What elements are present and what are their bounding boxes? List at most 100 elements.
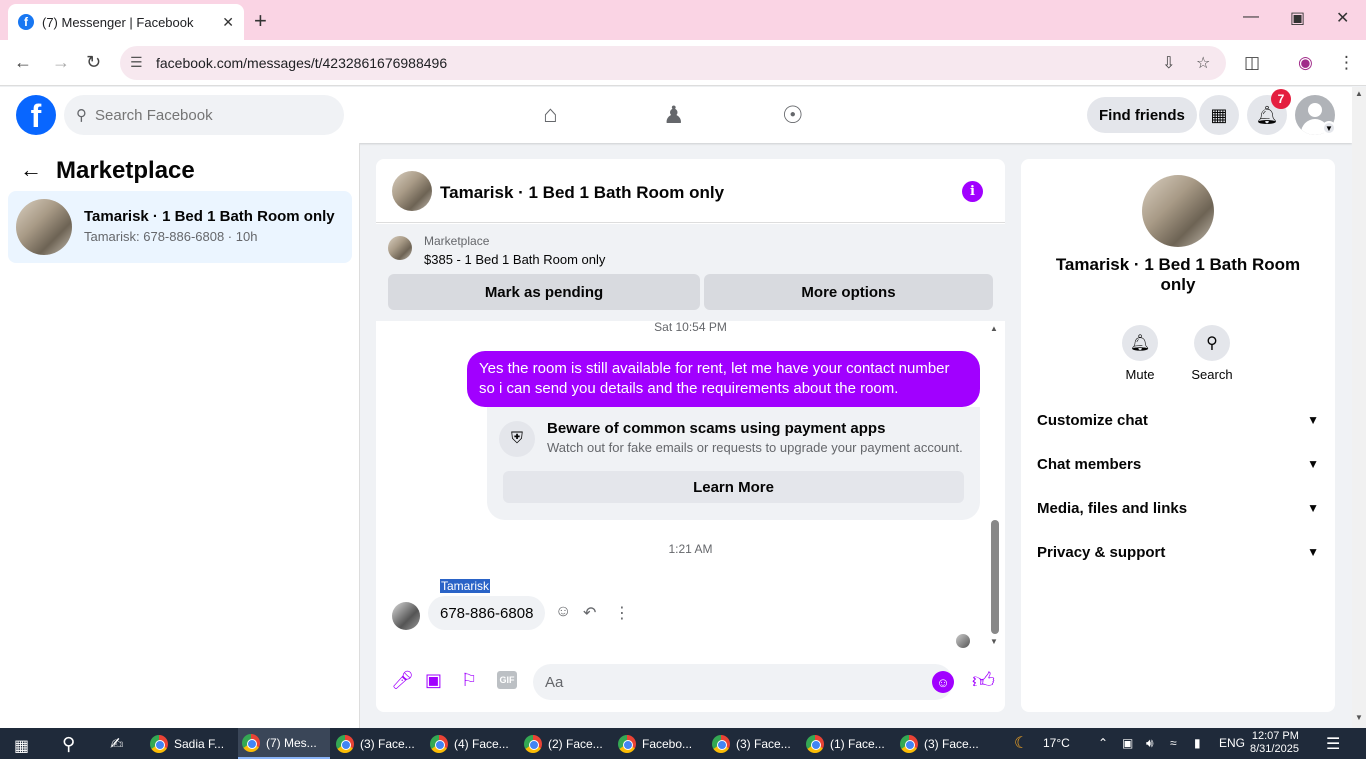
browser-tab[interactable]: f (7) Messenger | Facebook ✕ — [8, 4, 244, 40]
reply-icon[interactable]: ↶ — [583, 603, 596, 623]
chevron-down-icon: ▼ — [1307, 501, 1319, 515]
home-icon[interactable]: ⌂ — [543, 101, 558, 129]
groups-icon[interactable]: ☉ — [782, 101, 804, 130]
language-indicator[interactable]: ENG — [1219, 736, 1245, 750]
outgoing-message[interactable]: Yes the room is still available for rent… — [467, 351, 980, 407]
facebook-search[interactable]: ⚲ — [64, 95, 344, 135]
facebook-logo-icon[interactable]: f — [16, 95, 56, 135]
chat-info-thumbnail[interactable] — [1142, 175, 1214, 247]
taskbar-app[interactable]: Sadia F... — [146, 728, 236, 759]
url-field[interactable]: ☰ facebook.com/messages/t/42328616769884… — [120, 46, 1226, 80]
notifications-badge: 7 — [1271, 89, 1291, 109]
new-tab-button[interactable]: + — [254, 8, 267, 34]
back-icon[interactable]: ← — [14, 52, 32, 73]
more-actions-icon[interactable]: ⋮ — [614, 603, 630, 623]
tray-chevron-up-icon[interactable]: ⌃ — [1098, 736, 1108, 750]
find-friends-button[interactable]: Find friends — [1087, 97, 1197, 133]
chat-thumbnail[interactable] — [392, 171, 432, 211]
facebook-search-input[interactable] — [95, 106, 315, 124]
gif-icon[interactable]: GIF — [497, 671, 517, 689]
facebook-header: f ⚲ ⌂ ♟ ☉ Find friends ▦ 🔔︎ 7 ▼ — [0, 87, 1352, 143]
chat-title[interactable]: Tamarisk · 1 Bed 1 Bath Room only — [440, 183, 724, 203]
more-options-button[interactable]: More options — [704, 274, 993, 310]
info-icon[interactable]: i — [962, 181, 983, 202]
clock-time: 12:07 PM — [1251, 730, 1299, 742]
wifi-icon[interactable]: ≈ — [1170, 736, 1177, 750]
react-icon[interactable]: ☺ — [555, 603, 571, 621]
mute-label: Mute — [1125, 367, 1155, 382]
windows-start-icon[interactable]: ▦ — [14, 736, 29, 756]
battery-icon[interactable]: ▮ — [1194, 736, 1201, 750]
taskbar-app[interactable]: (2) Face... — [520, 728, 612, 759]
section-label: Chat members — [1037, 455, 1142, 473]
reload-icon[interactable]: ↻ — [86, 52, 101, 73]
site-settings-icon[interactable]: ☰ — [130, 54, 143, 71]
thumbs-up-icon[interactable]: 👍︎ — [972, 667, 995, 694]
notification-center-icon[interactable]: ☰ — [1326, 734, 1340, 754]
maximize-icon[interactable]: ▣ — [1290, 8, 1305, 28]
weather-icon[interactable]: ☾ — [1014, 733, 1028, 753]
minimize-icon[interactable]: — — [1243, 8, 1259, 26]
bookmark-star-icon[interactable]: ☆ — [1196, 53, 1210, 73]
sender-avatar[interactable] — [392, 602, 420, 630]
install-app-icon[interactable]: ⇩ — [1162, 53, 1175, 73]
back-arrow-icon[interactable]: ← — [20, 157, 42, 183]
browser-menu-icon[interactable]: ⋮ — [1338, 53, 1355, 73]
close-window-icon[interactable]: ✕ — [1336, 8, 1349, 28]
profile-icon[interactable]: ◉ — [1298, 53, 1313, 73]
chevron-down-icon: ▼ — [1307, 545, 1319, 559]
privacy-support-row[interactable]: Privacy & support ▼ — [1037, 540, 1319, 564]
clock-date: 8/31/2025 — [1250, 743, 1299, 755]
emoji-icon[interactable]: ☺ — [932, 671, 954, 693]
taskbar-search-icon[interactable]: ⚲ — [62, 734, 75, 755]
customize-chat-row[interactable]: Customize chat ▼ — [1037, 408, 1319, 432]
scroll-down-icon[interactable]: ▼ — [990, 637, 998, 646]
listing-price[interactable]: $385 - 1 Bed 1 Bath Room only — [424, 252, 605, 267]
listing-mini-thumbnail — [388, 236, 412, 260]
taskbar-clock[interactable]: 12:07 PM 8/31/2025 — [1250, 730, 1299, 756]
forward-icon[interactable]: → — [52, 52, 70, 73]
scroll-up-icon[interactable]: ▲ — [990, 324, 998, 333]
sticker-icon[interactable]: ⚐ — [461, 670, 477, 691]
close-tab-icon[interactable]: ✕ — [222, 14, 234, 31]
listing-thumbnail — [16, 199, 72, 255]
conversation-item[interactable]: Tamarisk · 1 Bed 1 Bath Room only Tamari… — [8, 191, 352, 263]
meet-icon[interactable]: ▣ — [1122, 736, 1133, 750]
taskbar-app[interactable]: (1) Face... — [802, 728, 894, 759]
taskbar-app[interactable]: Facebo... — [614, 728, 706, 759]
menu-grid-icon[interactable]: ▦ — [1199, 95, 1239, 135]
search-icon: ⚲ — [1194, 325, 1230, 361]
chat-header: Tamarisk · 1 Bed 1 Bath Room only i — [376, 159, 1005, 223]
media-files-links-row[interactable]: Media, files and links ▼ — [1037, 496, 1319, 520]
paint-app-icon[interactable]: ✍ — [110, 734, 123, 754]
search-label: Search — [1191, 367, 1233, 382]
learn-more-button[interactable]: Learn More — [503, 471, 964, 503]
cast-icon[interactable]: ◫ — [1244, 53, 1260, 73]
message-composer: 🎤︎ ▣ ⚐ GIF ☺ 👍︎ — [376, 657, 1005, 707]
taskbar-app[interactable]: (3) Face... — [332, 728, 424, 759]
photo-icon[interactable]: ▣ — [425, 670, 442, 691]
message-input[interactable] — [533, 664, 953, 700]
search-action[interactable]: ⚲ Search — [1182, 325, 1242, 382]
page-scroll-up-icon[interactable]: ▲ — [1355, 89, 1363, 98]
friends-icon[interactable]: ♟ — [663, 101, 685, 130]
weather-temp[interactable]: 17°C — [1043, 736, 1070, 750]
scrollbar-thumb[interactable] — [991, 520, 999, 634]
chat-scrollbar[interactable]: ▲ ▼ — [990, 324, 1000, 646]
incoming-message[interactable]: 678-886-6808 — [428, 596, 546, 630]
account-chevron-down-icon[interactable]: ▼ — [1322, 121, 1336, 135]
volume-icon[interactable]: 🔊︎ — [1146, 736, 1154, 751]
chevron-down-icon: ▼ — [1307, 413, 1319, 427]
taskbar-app-active[interactable]: (7) Mes... — [238, 728, 330, 759]
mark-as-pending-button[interactable]: Mark as pending — [388, 274, 700, 310]
chat-members-row[interactable]: Chat members ▼ — [1037, 452, 1319, 476]
mute-action[interactable]: 🔔︎ Mute — [1110, 325, 1170, 382]
page-scrollbar[interactable]: ▲ ▼ — [1352, 87, 1366, 728]
microphone-icon[interactable]: 🎤︎ — [391, 670, 414, 691]
taskbar-app[interactable]: (3) Face... — [708, 728, 800, 759]
taskbar-app[interactable]: (4) Face... — [426, 728, 518, 759]
taskbar-app[interactable]: (3) Face... — [896, 728, 988, 759]
page-scroll-down-icon[interactable]: ▼ — [1355, 713, 1363, 722]
shield-icon: ⛨ — [499, 421, 535, 457]
chat-info-name: Tamarisk · 1 Bed 1 Bath Room only — [1055, 255, 1301, 294]
